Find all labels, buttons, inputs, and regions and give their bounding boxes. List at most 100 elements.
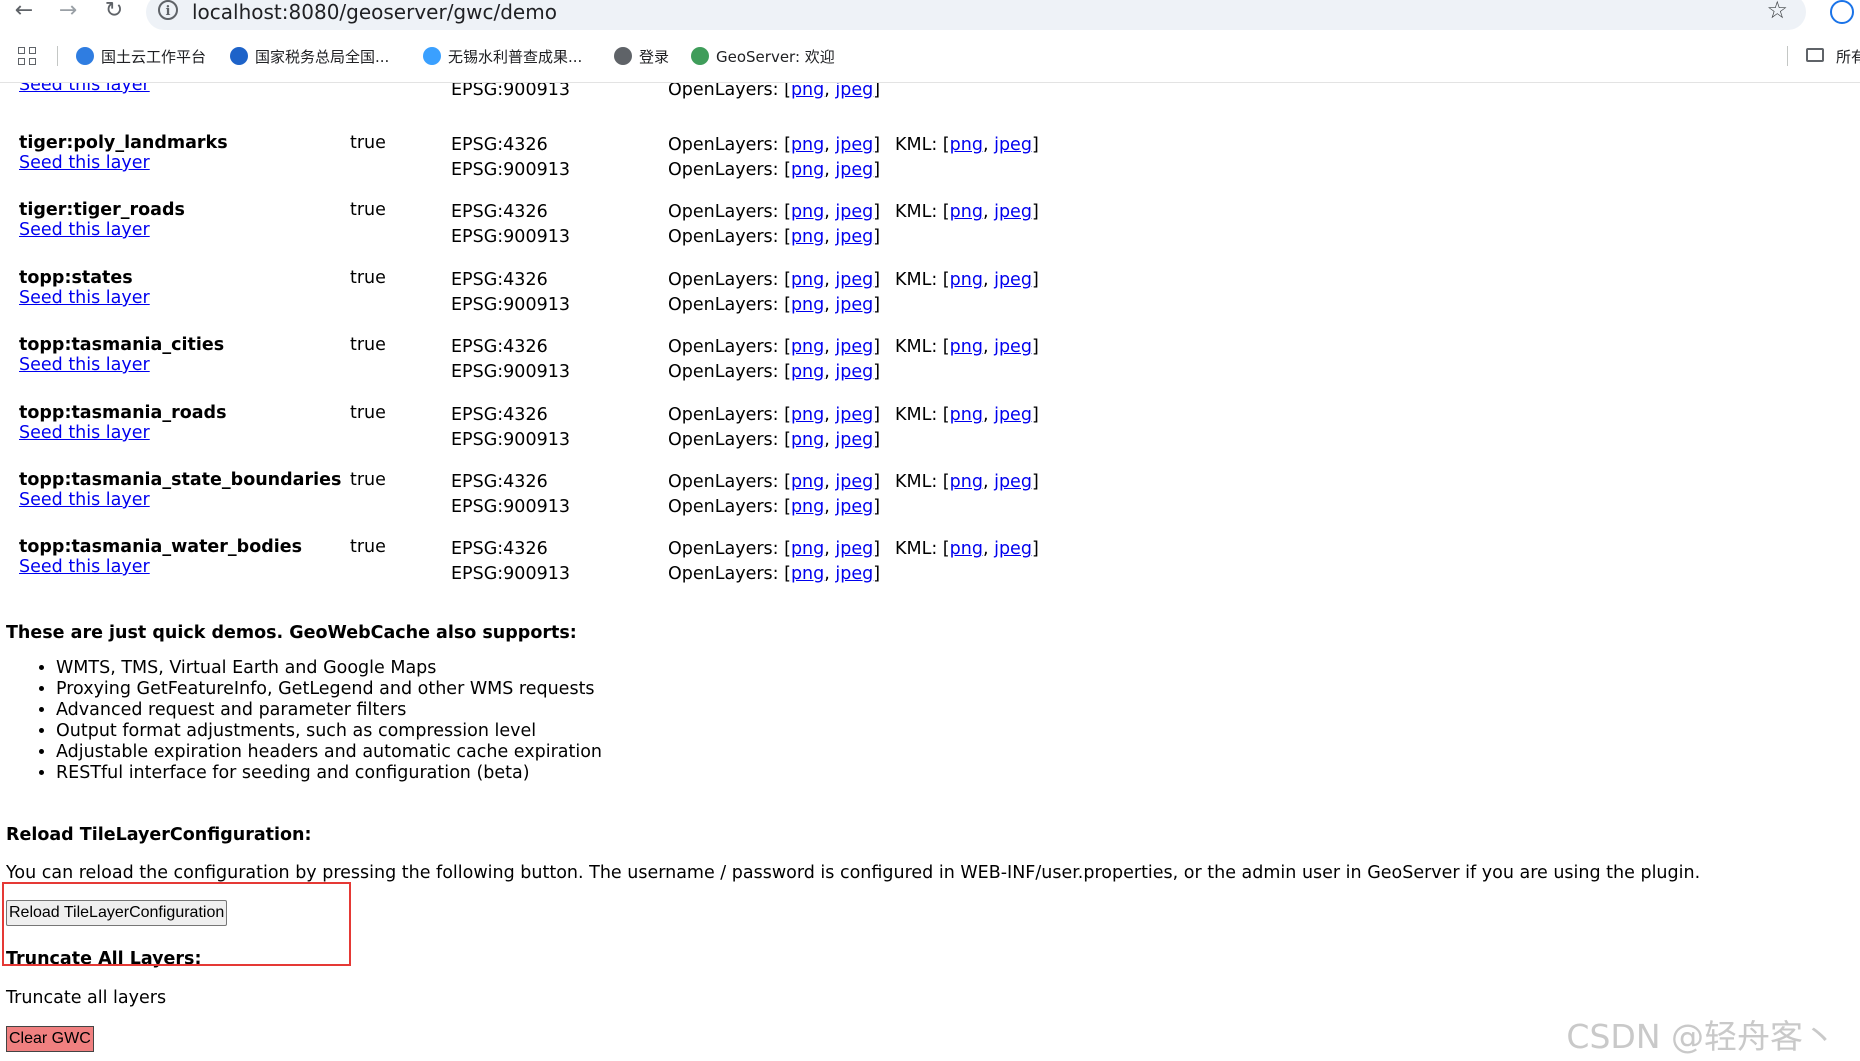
srs-label: EPSG:900913 (451, 430, 570, 450)
layer-name: topp:states (19, 268, 133, 288)
reload-heading: Reload TileLayerConfiguration: (6, 825, 312, 845)
jpeg-link[interactable]: jpeg (994, 135, 1032, 155)
layer-name: tiger:poly_landmarks (19, 133, 228, 153)
seed-layer-link[interactable]: Seed this layer (19, 355, 150, 375)
water-drop-icon (423, 47, 441, 65)
srs-label: EPSG:4326 (451, 472, 548, 492)
openlayers-links: OpenLayers: [png, jpeg] (668, 362, 881, 382)
seed-layer-link[interactable]: Seed this layer (19, 490, 150, 510)
png-link[interactable]: png (791, 227, 824, 247)
openlayers-links: OpenLayers: [png, jpeg] (668, 472, 881, 492)
openlayers-links: OpenLayers: [png, jpeg] (668, 430, 881, 450)
png-link[interactable]: png (791, 405, 824, 425)
jpeg-link[interactable]: jpeg (835, 337, 873, 357)
enabled-value: true (350, 470, 386, 490)
png-link[interactable]: png (950, 472, 983, 492)
jpeg-link[interactable]: jpeg (835, 362, 873, 382)
jpeg-link[interactable]: jpeg (835, 405, 873, 425)
other-bookmarks[interactable]: 所有 (1836, 46, 1860, 67)
kml-links: KML: [png, jpeg] (895, 202, 1039, 222)
png-link[interactable]: png (950, 202, 983, 222)
folder-icon[interactable] (1806, 48, 1824, 62)
kml-links: KML: [png, jpeg] (895, 539, 1039, 559)
jpeg-link[interactable]: jpeg (835, 430, 873, 450)
forward-icon[interactable]: → (52, 0, 84, 24)
jpeg-link[interactable]: jpeg (835, 202, 873, 222)
png-link[interactable]: png (950, 337, 983, 357)
jpeg-link[interactable]: jpeg (994, 405, 1032, 425)
png-link[interactable]: png (950, 539, 983, 559)
seed-layer-link[interactable]: Seed this layer (19, 83, 150, 95)
enabled-value: true (350, 335, 386, 355)
seed-layer-link[interactable]: Seed this layer (19, 220, 150, 240)
reload-description: You can reload the configuration by pres… (6, 863, 1701, 883)
jpeg-link[interactable]: jpeg (835, 497, 873, 517)
kml-links: KML: [png, jpeg] (895, 337, 1039, 357)
jpeg-link[interactable]: jpeg (835, 295, 873, 315)
kml-links: KML: [png, jpeg] (895, 270, 1039, 290)
png-link[interactable]: png (950, 270, 983, 290)
seed-layer-link[interactable]: Seed this layer (19, 557, 150, 577)
bookmark-item[interactable]: 无锡水利普查成果... (423, 46, 582, 67)
layer-row: tiger:tiger_roads Seed this layer true EPSG… (0, 200, 1860, 260)
openlayers-links: OpenLayers: [png, jpeg] (668, 497, 881, 517)
jpeg-link[interactable]: jpeg (835, 270, 873, 290)
enabled-value: true (350, 133, 386, 153)
srs-label: EPSG:900913 (451, 295, 570, 315)
png-link[interactable]: png (791, 83, 824, 100)
openlayers-links: OpenLayers: [png, jpeg] (668, 227, 881, 247)
srs-label: EPSG:900913 (451, 227, 570, 247)
seed-layer-link[interactable]: Seed this layer (19, 288, 150, 308)
layer-row: topp:tasmania_roads Seed this layer true EP… (0, 403, 1860, 463)
seed-layer-link[interactable]: Seed this layer (19, 153, 150, 173)
jpeg-link[interactable]: jpeg (994, 472, 1032, 492)
png-link[interactable]: png (791, 135, 824, 155)
png-link[interactable]: png (791, 539, 824, 559)
jpeg-link[interactable]: jpeg (835, 135, 873, 155)
png-link[interactable]: png (950, 405, 983, 425)
bookmark-item[interactable]: 国土云工作平台 (76, 46, 206, 67)
reload-page-icon[interactable]: ↻ (98, 0, 130, 24)
png-link[interactable]: png (950, 135, 983, 155)
apps-grid-icon[interactable] (18, 47, 38, 67)
srs-label: EPSG:900913 (451, 362, 570, 382)
list-item: Output format adjustments, such as compr… (56, 721, 602, 742)
list-item: Proxying GetFeatureInfo, GetLegend and o… (56, 679, 602, 700)
profile-icon[interactable] (1830, 0, 1854, 24)
layer-row: tiger:poly_landmarks Seed this layer true E… (0, 133, 1860, 193)
bookmark-separator (1787, 46, 1788, 66)
jpeg-link[interactable]: jpeg (994, 270, 1032, 290)
bookmark-star-icon[interactable]: ☆ (1766, 0, 1788, 24)
bookmark-item[interactable]: 登录 (614, 46, 669, 67)
png-link[interactable]: png (791, 270, 824, 290)
jpeg-link[interactable]: jpeg (835, 472, 873, 492)
png-link[interactable]: png (791, 160, 824, 180)
jpeg-link[interactable]: jpeg (994, 337, 1032, 357)
png-link[interactable]: png (791, 295, 824, 315)
jpeg-link[interactable]: jpeg (835, 564, 873, 584)
geoserver-icon (691, 47, 709, 65)
png-link[interactable]: png (791, 472, 824, 492)
site-info-icon[interactable]: i (158, 0, 178, 20)
bookmark-item[interactable]: GeoServer: 欢迎 (691, 46, 835, 67)
png-link[interactable]: png (791, 430, 824, 450)
jpeg-link[interactable]: jpeg (994, 539, 1032, 559)
jpeg-link[interactable]: jpeg (835, 539, 873, 559)
png-link[interactable]: png (791, 497, 824, 517)
layer-row: topp:states Seed this layer true EPSG:4326 E… (0, 268, 1860, 328)
jpeg-link[interactable]: jpeg (835, 83, 873, 100)
address-bar[interactable]: i localhost:8080/geoserver/gwc/demo ☆ (146, 0, 1806, 30)
clear-gwc-button[interactable]: Clear GWC (6, 1026, 94, 1052)
png-link[interactable]: png (791, 202, 824, 222)
png-link[interactable]: png (791, 564, 824, 584)
seed-layer-link[interactable]: Seed this layer (19, 423, 150, 443)
back-icon[interactable]: ← (8, 0, 40, 24)
png-link[interactable]: png (791, 337, 824, 357)
png-link[interactable]: png (791, 362, 824, 382)
jpeg-link[interactable]: jpeg (835, 227, 873, 247)
bookmark-item[interactable]: 国家税务总局全国... (230, 46, 389, 67)
jpeg-link[interactable]: jpeg (835, 160, 873, 180)
jpeg-link[interactable]: jpeg (994, 202, 1032, 222)
kml-links: KML: [png, jpeg] (895, 405, 1039, 425)
enabled-value: true (350, 268, 386, 288)
